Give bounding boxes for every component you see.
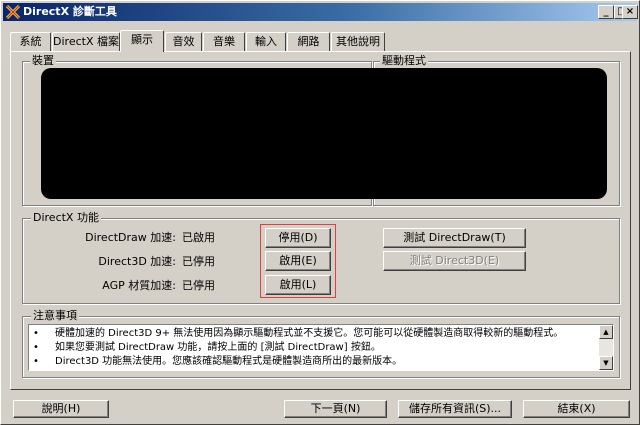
help-button[interactable]: 說明(H) xyxy=(13,400,109,418)
notes-group-label: 注意事項 xyxy=(31,309,79,323)
agp-toggle-button[interactable]: 啟用(L) xyxy=(265,275,331,295)
exit-button[interactable]: 結束(X) xyxy=(523,400,630,418)
notes-list[interactable]: • 硬體加速的 Direct3D 9+ 無法使用因為顯示驅動程式並不支援它。您可能… xyxy=(28,324,614,371)
tab-display[interactable]: 顯示 xyxy=(120,30,164,52)
agp-accel-label: AGP 材質加速: xyxy=(102,279,176,292)
tab-system[interactable]: 系統 xyxy=(10,32,51,51)
agp-accel-status: 已停用 xyxy=(182,279,215,292)
directdraw-toggle-button[interactable]: 停用(D) xyxy=(265,228,331,248)
window-title: DirectX 診斷工具 xyxy=(23,5,117,18)
bullet-icon: • xyxy=(33,356,39,367)
note-text: 如果您要測試 DirectDraw 功能，請按上面的 [測試 DirectDra… xyxy=(55,342,381,353)
directx-features-label: DirectX 功能 xyxy=(31,211,101,225)
direct3d-accel-label: Direct3D 加速: xyxy=(98,255,176,268)
device-info-area xyxy=(41,68,607,199)
directdraw-accel-label: DirectDraw 加速: xyxy=(85,231,176,244)
tab-more-help[interactable]: 其他說明 xyxy=(331,32,385,51)
directx-diag-window: DirectX 診斷工具 _ □ × 系統 DirectX 檔案 顯示 音效 音… xyxy=(0,0,640,425)
driver-group-label: 驅動程式 xyxy=(380,54,428,68)
save-all-info-button[interactable]: 儲存所有資訊(S)... xyxy=(398,400,512,418)
note-text: 硬體加速的 Direct3D 9+ 無法使用因為顯示驅動程式並不支援它。您可能可… xyxy=(55,328,564,339)
close-button[interactable]: × xyxy=(622,5,638,19)
tab-network[interactable]: 網路 xyxy=(287,32,330,51)
tab-sound[interactable]: 音效 xyxy=(165,32,202,51)
title-bar[interactable]: DirectX 診斷工具 _ □ xyxy=(3,3,637,21)
list-item: • 硬體加速的 Direct3D 9+ 無法使用因為顯示驅動程式並不支援它。您可能… xyxy=(33,327,563,340)
test-directdraw-button[interactable]: 測試 DirectDraw(T) xyxy=(383,228,526,248)
scroll-down-icon[interactable]: ▼ xyxy=(599,356,613,370)
list-item: • 如果您要測試 DirectDraw 功能，請按上面的 [測試 DirectDr… xyxy=(33,341,381,354)
test-direct3d-button[interactable]: 測試 Direct3D(E) xyxy=(383,251,526,271)
scroll-up-icon[interactable]: ▲ xyxy=(599,325,613,339)
direct3d-accel-status: 已停用 xyxy=(182,255,215,268)
tab-directx-files[interactable]: DirectX 檔案 xyxy=(52,32,120,51)
next-page-button[interactable]: 下一頁(N) xyxy=(284,400,387,418)
notes-scrollbar[interactable]: ▲ ▼ xyxy=(599,325,613,370)
directdraw-accel-status: 已啟用 xyxy=(182,231,215,244)
note-text: Direct3D 功能無法使用。您應該確認驅動程式是硬體製造商所出的最新版本。 xyxy=(55,356,403,367)
directx-icon xyxy=(6,5,20,19)
list-item: • Direct3D 功能無法使用。您應該確認驅動程式是硬體製造商所出的最新版本。 xyxy=(33,355,402,368)
bullet-icon: • xyxy=(33,328,39,339)
tab-music[interactable]: 音樂 xyxy=(203,32,245,51)
tab-input[interactable]: 輸入 xyxy=(246,32,286,51)
device-group-label: 裝置 xyxy=(30,54,56,68)
bullet-icon: • xyxy=(33,342,39,353)
direct3d-toggle-button[interactable]: 啟用(E) xyxy=(265,251,331,271)
minimize-button[interactable]: _ xyxy=(598,5,614,19)
